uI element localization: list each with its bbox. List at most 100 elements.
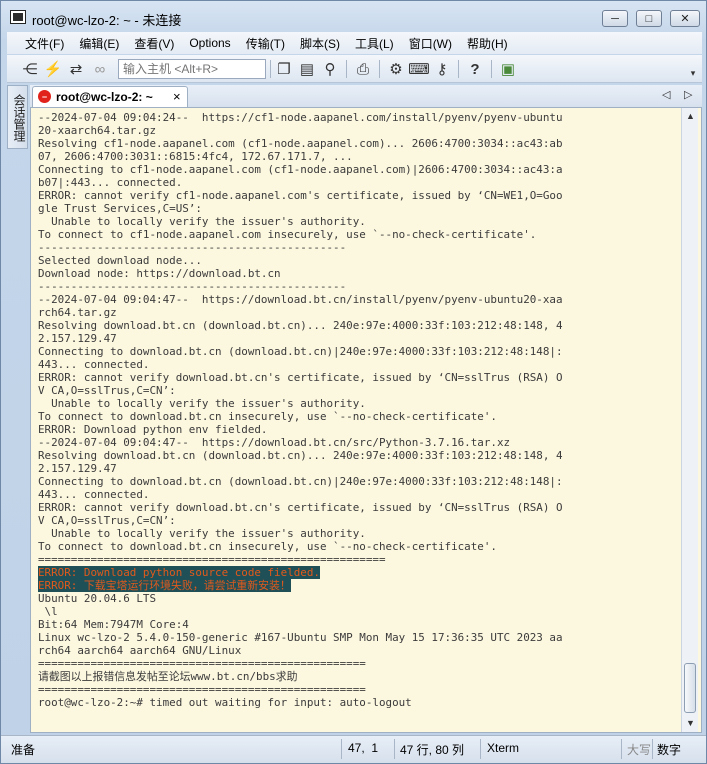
- session-manager-panel[interactable]: 会话管理: [7, 85, 28, 149]
- menu-transfer[interactable]: 传输(T): [246, 35, 285, 52]
- settings-gear-icon[interactable]: ⚙: [387, 60, 405, 78]
- paste-icon[interactable]: ▤: [298, 60, 316, 78]
- key-icon[interactable]: ⚷: [433, 60, 451, 78]
- scrollbar-thumb[interactable]: [684, 663, 696, 713]
- terminal-line-text: To connect to download.bt.cn insecurely,…: [38, 410, 497, 423]
- maximize-button[interactable]: □: [636, 10, 662, 27]
- terminal-line: To connect to download.bt.cn insecurely,…: [38, 410, 563, 423]
- terminal-line-text: --2024-07-04 09:04:24-- https://cf1-node…: [38, 111, 563, 124]
- help-icon[interactable]: ?: [466, 60, 484, 78]
- print-icon[interactable]: ⎙: [354, 60, 372, 78]
- terminal-line-text: To connect to cf1-node.aapanel.com insec…: [38, 228, 537, 241]
- terminal-line: Unable to locally verify the issuer's au…: [38, 527, 563, 540]
- status-terminal-type: Xterm: [487, 741, 520, 755]
- status-cursor-position: 47, 1: [348, 741, 379, 755]
- title-bar: root@wc-lzo-2: ~ - 未连接 ─ □ ✕: [1, 1, 706, 32]
- find-icon[interactable]: ⚲: [321, 60, 339, 78]
- terminal-line-text: Download node: https://download.bt.cn: [38, 267, 281, 280]
- terminal-line: Selected download node...: [38, 254, 563, 267]
- tab-session[interactable]: − root@wc-lzo-2: ~ ×: [32, 86, 188, 107]
- terminal-output[interactable]: --2024-07-04 09:04:24-- https://cf1-node…: [35, 108, 681, 732]
- copy-icon[interactable]: ❐: [275, 60, 293, 78]
- terminal-line: ----------------------------------------…: [38, 280, 563, 293]
- terminal-line: rch64 aarch64 aarch64 GNU/Linux: [38, 644, 563, 657]
- toolbar-overflow-icon[interactable]: ▾: [684, 64, 702, 82]
- terminal-line-text: --2024-07-04 09:04:47-- https://download…: [38, 436, 511, 449]
- terminal-line-text: Selected download node...: [38, 254, 202, 267]
- disconnected-status-icon: −: [38, 90, 51, 103]
- terminal-line-text: Connecting to download.bt.cn (download.b…: [38, 345, 563, 358]
- menu-bar: 文件(F) 编辑(E) 查看(V) Options 传输(T) 脚本(S) 工具…: [7, 32, 702, 54]
- reconnect-icon[interactable]: ⇄: [67, 60, 85, 78]
- terminal-line: Resolving download.bt.cn (download.bt.cn…: [38, 319, 563, 332]
- terminal-line: To connect to cf1-node.aapanel.com insec…: [38, 228, 563, 241]
- terminal-line: rch64.tar.gz: [38, 306, 563, 319]
- tab-bar: − root@wc-lzo-2: ~ × ◁ ▷: [30, 85, 702, 107]
- terminal-line-text: Linux wc-lzo-2 5.4.0-150-generic #167-Ub…: [38, 631, 563, 644]
- terminal-line-text: V CA,O=sslTrus,C=CN’:: [38, 384, 176, 397]
- status-bar: 准备 47, 1 47 行, 80 列 Xterm 大写 数字: [1, 735, 706, 763]
- host-input[interactable]: [118, 59, 266, 79]
- terminal-line-text: Ubuntu 20.04.6 LTS: [38, 592, 157, 605]
- lightning-icon[interactable]: ⚡: [44, 60, 63, 78]
- terminal-line-text: Resolving download.bt.cn (download.bt.cn…: [38, 319, 563, 332]
- menu-file[interactable]: 文件(F): [25, 35, 64, 52]
- terminal-line-text: Connecting to cf1-node.aapanel.com (cf1-…: [38, 163, 563, 176]
- terminal-line: ----------------------------------------…: [38, 241, 563, 254]
- terminal-line-text: V CA,O=sslTrus,C=CN’:: [38, 514, 176, 527]
- session-manager-label: 会话管理: [12, 94, 26, 142]
- status-divider: [394, 739, 395, 759]
- tab-label: root@wc-lzo-2: ~: [56, 90, 153, 104]
- terminal-line-text: Resolving download.bt.cn (download.bt.cn…: [38, 449, 563, 462]
- terminal-line: ERROR: cannot verify download.bt.cn's ce…: [38, 371, 563, 384]
- terminal-line-text: gle Trust Services,C=US’:: [38, 202, 202, 215]
- terminal-line: 请截图以上报错信息发帖至论坛www.bt.cn/bbs求助: [38, 670, 563, 683]
- terminal-line-text: ERROR: cannot verify download.bt.cn's ce…: [38, 501, 563, 514]
- terminal-line-text: rch64.tar.gz: [38, 306, 117, 319]
- status-num-lock: 数字: [657, 743, 682, 757]
- minimize-button[interactable]: ─: [602, 10, 628, 27]
- terminal-line-text: 443... connected.: [38, 358, 150, 371]
- status-terminal-size: 47 行, 80 列: [400, 743, 465, 757]
- scroll-down-icon[interactable]: ▼: [682, 715, 699, 731]
- terminal-line-text: 20-xaarch64.tar.gz: [38, 124, 157, 137]
- menu-script[interactable]: 脚本(S): [300, 35, 340, 52]
- menu-tools[interactable]: 工具(L): [355, 35, 394, 52]
- terminal-line-text: ERROR: 下载宝塔运行环境失败，请尝试重新安装！: [38, 579, 291, 592]
- menu-view[interactable]: 查看(V): [134, 35, 174, 52]
- link-icon[interactable]: ∞: [91, 60, 109, 78]
- terminal-line: 443... connected.: [38, 358, 563, 371]
- window-title: root@wc-lzo-2: ~ - 未连接: [32, 13, 182, 28]
- sftp-icon[interactable]: ▣: [499, 60, 517, 78]
- terminal-line: ERROR: cannot verify cf1-node.aapanel.co…: [38, 189, 563, 202]
- terminal-line: \l: [38, 605, 563, 618]
- menu-options[interactable]: Options: [189, 36, 230, 50]
- status-divider: [480, 739, 481, 759]
- terminal-line: --2024-07-04 09:04:24-- https://cf1-node…: [38, 111, 563, 124]
- terminal-scrollbar[interactable]: ▲ ▼: [681, 108, 698, 732]
- toolbar-divider: [379, 60, 380, 78]
- menu-window[interactable]: 窗口(W): [409, 35, 452, 52]
- terminal-line-text: \l: [38, 605, 58, 618]
- tab-scroll-right-icon[interactable]: ▷: [684, 88, 692, 101]
- terminal-line: Linux wc-lzo-2 5.4.0-150-generic #167-Ub…: [38, 631, 563, 644]
- terminal-line: Unable to locally verify the issuer's au…: [38, 215, 563, 228]
- terminal-line: Bit:64 Mem:7947M Core:4: [38, 618, 563, 631]
- menu-help[interactable]: 帮助(H): [467, 35, 508, 52]
- terminal-line-text: ========================================…: [38, 553, 386, 566]
- terminal-line: Download node: https://download.bt.cn: [38, 267, 563, 280]
- close-button[interactable]: ✕: [670, 10, 700, 27]
- scroll-up-icon[interactable]: ▲: [682, 108, 699, 124]
- keyboard-icon[interactable]: ⌨: [408, 60, 430, 78]
- toolbar-divider: [270, 60, 271, 78]
- terminal-line: Connecting to download.bt.cn (download.b…: [38, 345, 563, 358]
- tab-scroll-left-icon[interactable]: ◁: [662, 88, 670, 101]
- terminal-line-text: 请截图以上报错信息发帖至论坛www.bt.cn/bbs求助: [38, 670, 298, 683]
- connect-tree-icon[interactable]: ⋲: [21, 60, 39, 78]
- terminal-line: Unable to locally verify the issuer's au…: [38, 397, 563, 410]
- status-divider: [652, 739, 653, 759]
- tab-close-icon[interactable]: ×: [173, 89, 181, 104]
- menu-edit[interactable]: 编辑(E): [79, 35, 119, 52]
- terminal-line: To connect to download.bt.cn insecurely,…: [38, 540, 563, 553]
- terminal-line-text: ERROR: Download python source code field…: [38, 566, 320, 579]
